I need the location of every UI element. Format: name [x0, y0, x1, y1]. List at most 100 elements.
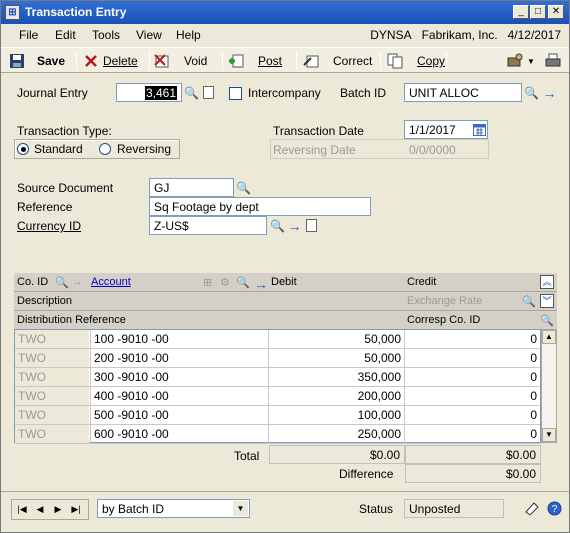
close-icon[interactable]: ✕ [548, 5, 564, 19]
void-button[interactable]: Void [154, 53, 207, 69]
difference-value: $0.00 [405, 464, 541, 483]
window-note-icon[interactable] [523, 500, 540, 517]
journal-note-icon[interactable] [200, 84, 217, 101]
menu-help[interactable]: Help [176, 28, 201, 42]
minimize-icon[interactable]: _ [513, 5, 529, 19]
credit-cell[interactable]: 0 [406, 330, 540, 348]
co-id-cell: TWO [15, 349, 89, 367]
credit-cell[interactable]: 0 [406, 406, 540, 424]
next-record-icon[interactable]: ▶ [50, 501, 66, 518]
table-row[interactable]: TWO 100 -9010 -00 50,000 0 [15, 330, 540, 349]
table-row[interactable]: TWO 600 -9010 -00 250,000 0 [15, 425, 540, 444]
standard-label: Standard [34, 142, 83, 156]
expand-rows-icon[interactable]: ︾ [540, 294, 554, 308]
save-button[interactable]: Save [9, 53, 65, 69]
currency-expand-arrow-icon[interactable]: → [286, 217, 303, 234]
previous-record-icon[interactable]: ◀ [32, 501, 48, 518]
journal-entry-field[interactable]: 3,461 [116, 83, 182, 102]
grid-scrollbar[interactable]: ▲ ▼ [541, 329, 557, 443]
collapse-rows-icon[interactable]: ︽ [540, 275, 554, 289]
first-record-icon[interactable]: |◀ [14, 501, 30, 518]
batch-lookup-icon[interactable]: 🔍 [523, 84, 540, 101]
co-id-cell: TWO [15, 406, 89, 424]
calendar-icon[interactable] [471, 121, 488, 138]
menu-file[interactable]: File [19, 28, 38, 42]
intercompany-checkbox[interactable] [229, 87, 242, 100]
debit-cell[interactable]: 50,000 [270, 349, 405, 367]
standard-radio[interactable] [17, 143, 29, 155]
credit-cell[interactable]: 0 [406, 425, 540, 443]
account-cell[interactable]: 100 -9010 -00 [90, 330, 269, 348]
account-cell[interactable]: 400 -9010 -00 [90, 387, 269, 405]
table-row[interactable]: TWO 300 -9010 -00 350,000 0 [15, 368, 540, 387]
help-icon[interactable]: ? [546, 500, 563, 517]
account-cell[interactable]: 500 -9010 -00 [90, 406, 269, 424]
table-row[interactable]: TWO 200 -9010 -00 50,000 0 [15, 349, 540, 368]
debit-cell[interactable]: 200,000 [270, 387, 405, 405]
batch-expand-arrow-icon[interactable]: → [541, 84, 558, 101]
total-debit-value: $0.00 [269, 445, 405, 464]
debit-cell[interactable]: 50,000 [270, 330, 405, 348]
credit-cell[interactable]: 0 [406, 349, 540, 367]
scroll-up-icon[interactable]: ▲ [542, 330, 556, 344]
sort-order-select[interactable]: by Batch ID ▼ [97, 499, 250, 518]
currency-id-label[interactable]: Currency ID [17, 219, 81, 233]
table-row[interactable]: TWO 500 -9010 -00 100,000 0 [15, 406, 540, 425]
source-document-lookup-icon[interactable]: 🔍 [235, 179, 252, 196]
currency-note-icon[interactable] [303, 217, 320, 234]
currency-id-field[interactable]: Z-US$ [149, 216, 267, 235]
debit-cell[interactable]: 250,000 [270, 425, 405, 443]
last-record-icon[interactable]: ▶| [68, 501, 84, 518]
options-icon [507, 53, 523, 69]
menu-tools[interactable]: Tools [92, 28, 120, 42]
account-arrow-icon[interactable]: → [254, 276, 268, 292]
delete-button[interactable]: Delete [83, 53, 138, 69]
batch-id-label: Batch ID [340, 86, 387, 100]
chevron-down-icon[interactable]: ▼ [233, 501, 248, 516]
sort-order-value: by Batch ID [102, 502, 165, 516]
post-button[interactable]: Post [228, 53, 282, 69]
description-header: Description [17, 295, 73, 307]
exchange-rate-header: Exchange Rate [407, 295, 483, 307]
distribution-grid[interactable]: TWO 100 -9010 -00 50,000 0 TWO 200 -9010… [14, 329, 541, 444]
grid-header-row-3: Distribution Reference Corresp Co. ID 🔍 [14, 311, 557, 330]
total-label: Total [234, 449, 260, 463]
credit-cell[interactable]: 0 [406, 368, 540, 386]
reference-label: Reference [17, 200, 73, 214]
reference-field[interactable]: Sq Footage by dept [149, 197, 371, 216]
credit-cell[interactable]: 0 [406, 387, 540, 405]
print-button[interactable] [545, 53, 565, 69]
svg-text:?: ? [552, 504, 558, 515]
menu-edit[interactable]: Edit [55, 28, 76, 42]
scroll-down-icon[interactable]: ▼ [542, 428, 556, 442]
journal-lookup-icon[interactable]: 🔍 [183, 84, 200, 101]
options-button[interactable]: ▼ [507, 53, 535, 69]
currency-lookup-icon[interactable]: 🔍 [269, 217, 286, 234]
account-expand-icon[interactable]: ⊞ [203, 276, 212, 289]
correct-button[interactable]: Correct [303, 53, 372, 69]
co-id-cell: TWO [15, 368, 89, 386]
account-header[interactable]: Account [91, 276, 131, 288]
debit-cell[interactable]: 350,000 [270, 368, 405, 386]
source-document-field[interactable]: GJ [149, 178, 234, 197]
batch-id-field[interactable]: UNIT ALLOC [404, 83, 522, 102]
reversing-radio[interactable] [99, 143, 111, 155]
distribution-reference-header: Distribution Reference [17, 314, 126, 326]
account-cell[interactable]: 600 -9010 -00 [90, 425, 269, 443]
copy-button[interactable]: Copy [387, 53, 445, 69]
difference-label: Difference [339, 467, 394, 481]
corresp-lookup-icon[interactable]: 🔍 [540, 314, 554, 327]
co-lookup-icon[interactable]: 🔍 [55, 276, 69, 289]
account-cell[interactable]: 300 -9010 -00 [90, 368, 269, 386]
co-expand-icon[interactable]: → [72, 276, 83, 288]
maximize-icon[interactable]: □ [530, 5, 546, 19]
correct-icon [303, 53, 319, 69]
table-row[interactable]: TWO 400 -9010 -00 200,000 0 [15, 387, 540, 406]
grid-header-row-2: Description Exchange Rate 🔍 ︾ [14, 292, 557, 311]
exchange-rate-lookup-icon[interactable]: 🔍 [522, 295, 536, 308]
account-build-icon[interactable]: ⚙ [220, 276, 230, 289]
debit-cell[interactable]: 100,000 [270, 406, 405, 424]
menu-view[interactable]: View [136, 28, 162, 42]
account-cell[interactable]: 200 -9010 -00 [90, 349, 269, 367]
account-lookup-icon[interactable]: 🔍 [236, 276, 250, 289]
